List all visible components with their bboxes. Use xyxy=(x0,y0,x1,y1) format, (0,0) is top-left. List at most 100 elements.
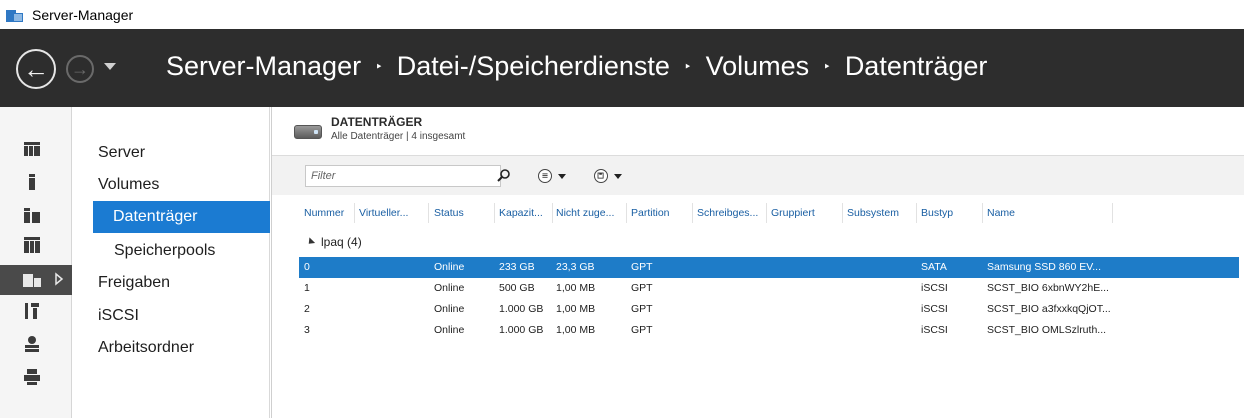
window-titlebar: Server-Manager xyxy=(0,0,1244,29)
cell-name: SCST_BIO OMLSzlruth... xyxy=(987,324,1107,336)
chevron-down-icon xyxy=(558,173,566,179)
search-icon[interactable] xyxy=(496,168,512,184)
column-header-capacity[interactable]: Kapazit... xyxy=(499,207,551,219)
group-header-lpaq[interactable]: lpaq (4) xyxy=(305,235,362,249)
cell-name: Samsung SSD 860 EV... xyxy=(987,261,1102,273)
server-group-icon[interactable] xyxy=(22,235,42,255)
cell-capacity: 1.000 GB xyxy=(499,324,544,336)
cell-status: Online xyxy=(434,324,465,336)
cell-partition: GPT xyxy=(631,303,653,315)
nav-item-iscsi[interactable]: iSCSI xyxy=(98,307,139,325)
column-divider xyxy=(842,203,843,223)
save-query-icon xyxy=(594,169,608,183)
cell-status: Online xyxy=(434,282,465,294)
history-dropdown-icon[interactable] xyxy=(104,63,116,70)
column-divider xyxy=(552,203,553,223)
cell-capacity: 233 GB xyxy=(499,261,535,273)
nav-item-storage-pools[interactable]: Speicherpools xyxy=(114,242,215,260)
back-arrow-icon[interactable]: ← xyxy=(16,49,56,89)
cell-name: SCST_BIO a3fxxkqQjOT... xyxy=(987,303,1111,315)
cell-unallocated: 1,00 MB xyxy=(556,303,596,315)
cell-unallocated: 23,3 GB xyxy=(556,261,595,273)
expand-arrow-icon[interactable] xyxy=(54,272,64,286)
cell-partition: GPT xyxy=(631,261,653,273)
window-title: Server-Manager xyxy=(32,6,134,23)
cell-number: 3 xyxy=(304,324,310,336)
cell-partition: GPT xyxy=(631,324,653,336)
column-divider xyxy=(494,203,495,223)
panel-title: DATENTRÄGER xyxy=(331,115,423,129)
list-options-button[interactable] xyxy=(538,167,566,185)
cell-bus-type: SATA xyxy=(921,261,947,273)
cell-number: 2 xyxy=(304,303,310,315)
breadcrumb-server-manager[interactable]: Server-Manager xyxy=(166,51,361,82)
navigation-panel: Server Volumes Datenträger Speicherpools… xyxy=(74,107,270,418)
column-divider xyxy=(916,203,917,223)
table-row[interactable]: 1 Online 500 GB 1,00 MB GPT iSCSI SCST_B… xyxy=(299,278,1239,299)
cell-bus-type: iSCSI xyxy=(921,303,948,315)
network-icon[interactable] xyxy=(22,334,42,354)
tools-icon[interactable] xyxy=(22,301,42,321)
header-bar: ← → Server-Manager ‣ Datei-/Speicherdien… xyxy=(0,29,1244,107)
collapse-triangle-icon[interactable] xyxy=(305,237,316,247)
filter-input[interactable]: Filter xyxy=(305,165,501,187)
breadcrumb-separator-icon: ‣ xyxy=(375,58,383,74)
cell-bus-type: iSCSI xyxy=(921,282,948,294)
filter-toolbar: Filter xyxy=(272,155,1244,195)
breadcrumb-separator-icon: ‣ xyxy=(683,58,692,74)
cell-name: SCST_BIO 6xbnWY2hE... xyxy=(987,282,1109,294)
breadcrumb-disks[interactable]: Datenträger xyxy=(845,51,988,82)
print-icon[interactable] xyxy=(22,367,42,387)
table-header: Nummer Virtueller... Status Kapazit... N… xyxy=(272,203,1244,225)
column-header-name[interactable]: Name xyxy=(987,207,1107,219)
cell-capacity: 1.000 GB xyxy=(499,303,544,315)
cell-number: 1 xyxy=(304,282,310,294)
column-divider xyxy=(626,203,627,223)
local-server-icon[interactable] xyxy=(22,172,42,192)
group-label: lpaq (4) xyxy=(321,235,362,249)
nav-item-server[interactable]: Server xyxy=(98,144,145,162)
cell-partition: GPT xyxy=(631,282,653,294)
table-row[interactable]: 0 Online 233 GB 23,3 GB GPT SATA Samsung… xyxy=(299,257,1239,278)
column-divider xyxy=(428,203,429,223)
cell-number: 0 xyxy=(304,261,310,273)
column-header-status[interactable]: Status xyxy=(434,207,492,219)
server-manager-app-icon xyxy=(6,7,24,23)
save-query-button[interactable] xyxy=(594,167,622,185)
dashboard-icon[interactable] xyxy=(22,139,42,159)
column-header-read-only[interactable]: Schreibges... xyxy=(697,207,767,219)
column-header-virtual[interactable]: Virtueller... xyxy=(359,207,425,219)
table-row[interactable]: 2 Online 1.000 GB 1,00 MB GPT iSCSI SCST… xyxy=(299,299,1239,320)
column-header-subsystem[interactable]: Subsystem xyxy=(847,207,915,219)
file-storage-icon[interactable] xyxy=(22,270,42,290)
column-divider xyxy=(1112,203,1113,223)
cell-unallocated: 1,00 MB xyxy=(556,324,596,336)
table-row[interactable]: 3 Online 1.000 GB 1,00 MB GPT iSCSI SCST… xyxy=(299,320,1239,341)
disks-content-panel: DATENTRÄGER Alle Datenträger | 4 insgesa… xyxy=(271,107,1244,418)
nav-item-volumes[interactable]: Volumes xyxy=(98,176,159,194)
list-options-icon xyxy=(538,169,552,183)
column-header-number[interactable]: Nummer xyxy=(304,207,354,219)
nav-item-work-folders[interactable]: Arbeitsordner xyxy=(98,339,194,357)
cell-unallocated: 1,00 MB xyxy=(556,282,596,294)
nav-item-disks[interactable]: Datenträger xyxy=(93,201,270,233)
panel-subtitle: Alle Datenträger | 4 insgesamt xyxy=(331,131,466,142)
breadcrumb-volumes[interactable]: Volumes xyxy=(706,51,810,82)
disk-icon xyxy=(294,125,322,139)
chevron-down-icon xyxy=(614,173,622,179)
cell-status: Online xyxy=(434,261,465,273)
column-header-unallocated[interactable]: Nicht zuge... xyxy=(556,207,626,219)
column-header-bus-type[interactable]: Bustyp xyxy=(921,207,981,219)
nav-item-shares[interactable]: Freigaben xyxy=(98,274,170,292)
column-header-partition[interactable]: Partition xyxy=(631,207,691,219)
panel-header: DATENTRÄGER Alle Datenträger | 4 insgesa… xyxy=(294,115,465,142)
all-servers-icon[interactable] xyxy=(22,205,42,225)
column-header-clustered[interactable]: Gruppiert xyxy=(771,207,841,219)
breadcrumb-file-storage[interactable]: Datei-/Speicherdienste xyxy=(397,51,670,82)
cell-bus-type: iSCSI xyxy=(921,324,948,336)
cell-status: Online xyxy=(434,303,465,315)
cell-capacity: 500 GB xyxy=(499,282,535,294)
forward-arrow-icon[interactable]: → xyxy=(66,55,94,83)
column-divider xyxy=(692,203,693,223)
left-icon-rail xyxy=(0,107,72,418)
